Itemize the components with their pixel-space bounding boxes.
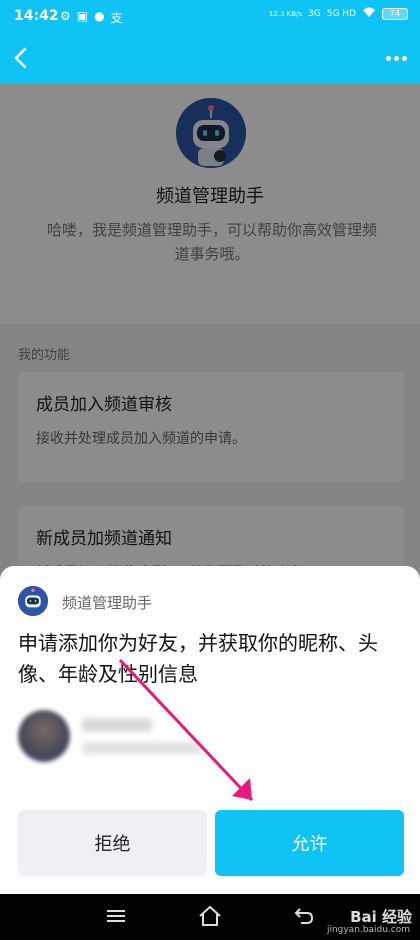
home-button[interactable] <box>196 904 224 928</box>
status-right: 12.3 KB/s 3G 5G HD 74 <box>269 7 408 21</box>
signal-5g: 5G HD <box>326 9 356 19</box>
home-icon <box>199 905 221 926</box>
sheet-bot-avatar <box>18 586 48 616</box>
user-detail-blurred <box>82 742 202 754</box>
app-bar <box>0 32 420 84</box>
reject-button[interactable]: 拒绝 <box>18 810 207 876</box>
user-info <box>18 710 406 774</box>
allow-button[interactable]: 允许 <box>215 810 404 876</box>
alipay-icon: 支 <box>110 11 123 25</box>
permission-message: 申请添加你为好友，并获取你的昵称、头像、年龄及性别信息 <box>18 631 378 686</box>
user-avatar <box>18 710 70 762</box>
status-time: 14:42 <box>14 8 59 24</box>
watermark-brand: Bai 经验 <box>350 908 412 926</box>
watermark-url: jingyan.baidu.com <box>326 925 410 935</box>
menu-icon <box>107 910 125 922</box>
recent-apps-button[interactable] <box>104 906 128 926</box>
status-notification-icons: ⚙ ▣ ● 支 <box>60 9 123 26</box>
network-speed: 12.3 KB/s <box>268 10 303 18</box>
signal-3g: 3G <box>308 9 321 19</box>
wifi-icon <box>362 7 376 21</box>
gear-icon: ⚙ <box>60 9 71 23</box>
more-dot <box>401 55 407 61</box>
user-nickname-blurred <box>82 718 152 732</box>
app-notification-icon: ▣ <box>76 9 89 23</box>
sheet-app-name: 频道管理助手 <box>62 594 153 612</box>
more-dot <box>393 55 399 61</box>
robot-icon <box>18 586 48 616</box>
back-button[interactable] <box>6 42 38 74</box>
screen: 14:42 ⚙ ▣ ● 支 12.3 KB/s 3G 5G HD 74 频道管理… <box>0 0 420 940</box>
more-button[interactable] <box>380 42 412 74</box>
status-bar: 14:42 ⚙ ▣ ● 支 12.3 KB/s 3G 5G HD 74 <box>0 0 420 32</box>
chat-bubble-icon: ● <box>94 9 105 23</box>
back-icon <box>294 908 314 924</box>
battery-level: 74 <box>382 8 408 20</box>
more-dot <box>385 55 391 61</box>
system-back-button[interactable] <box>292 904 316 928</box>
permission-sheet: 频道管理助手 申请添加你为好友，并获取你的昵称、头像、年龄及性别信息 拒绝 允许 <box>0 566 420 894</box>
chevron-left-icon <box>14 47 27 69</box>
